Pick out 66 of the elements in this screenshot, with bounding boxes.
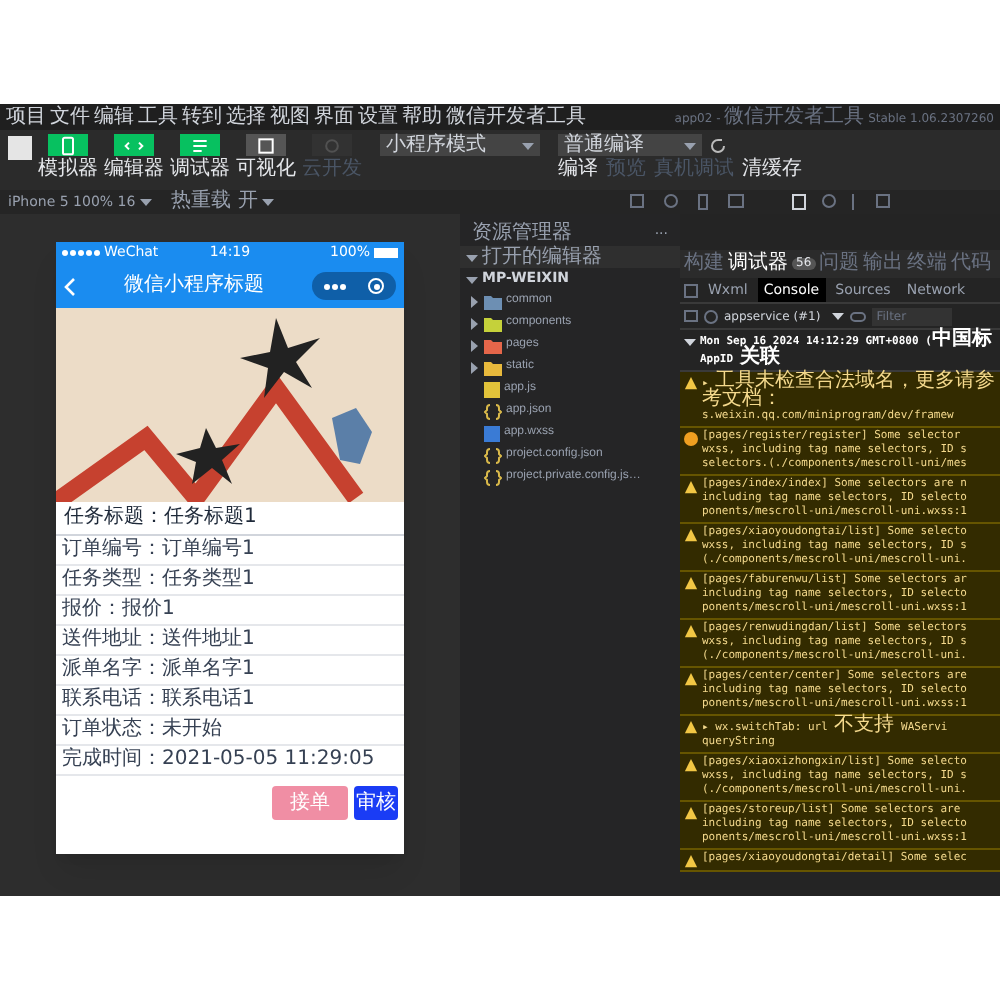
refresh-icon[interactable] (708, 135, 728, 155)
warning-icon (684, 376, 698, 390)
mode-toggle[interactable] (246, 134, 286, 156)
detail-row: 送件地址：送件地址1 (56, 626, 404, 656)
menu-item[interactable]: 转到 (182, 107, 222, 127)
page-title: 微信小程序标题 (122, 276, 266, 296)
braces-icon (484, 469, 502, 485)
detail-row: 派单名字：派单名字1 (56, 656, 404, 686)
warning-icon (684, 854, 698, 868)
menu-item[interactable]: 文件 (50, 107, 90, 127)
menu-item[interactable]: 帮助 (402, 107, 442, 127)
battery-icon (374, 248, 398, 258)
warning-icon (684, 528, 698, 542)
menu-item[interactable]: 视图 (270, 107, 310, 127)
warning-icon (684, 672, 698, 686)
mode-toggle[interactable] (114, 134, 154, 156)
warning-icon (684, 758, 698, 772)
caret-down-icon (139, 196, 152, 208)
js-file-icon (484, 381, 500, 397)
signal-icon (62, 250, 100, 256)
detail-row: 订单编号：订单编号1 (56, 536, 404, 566)
menu-item[interactable]: 选择 (226, 107, 266, 127)
detail-row: 完成时间：2021-05-05 11:29:05 (56, 746, 404, 776)
warning-icon (684, 720, 698, 734)
caret-down-icon (832, 310, 845, 322)
mode-label: 可视化 (236, 158, 296, 182)
menu-item[interactable]: 界面 (314, 107, 354, 127)
menu-item[interactable]: 工具 (138, 107, 178, 127)
warning-icon (684, 806, 698, 820)
warning-icon (684, 480, 698, 494)
detail-row: 任务类型：任务类型1 (56, 566, 404, 596)
braces-icon (484, 403, 502, 419)
caret-down-icon (522, 139, 534, 151)
menu-item[interactable]: 设置 (358, 107, 398, 127)
detail-row: 订单状态：未开始 (56, 716, 404, 746)
detail-row: 报价：报价1 (56, 596, 404, 626)
capsule-menu[interactable] (312, 272, 396, 300)
detail-row: 联系电话：联系电话1 (56, 686, 404, 716)
mode-select[interactable]: 小程序模式 (380, 134, 540, 156)
compile-select[interactable]: 普通编译 (558, 134, 702, 156)
mode-label: 编辑器 (104, 158, 164, 182)
layout-icon (256, 135, 276, 155)
style-file-icon (484, 425, 500, 441)
toolbar-action[interactable]: 编译 (558, 158, 598, 182)
mode-toggle[interactable] (180, 134, 220, 156)
mode-label: 调试器 (170, 158, 230, 182)
menu-item[interactable]: 项目 (6, 107, 46, 127)
mode-label: 模拟器 (38, 158, 98, 182)
caret-down-icon (684, 139, 696, 151)
panel-title: 资源管理器 (472, 224, 572, 244)
mode-toggle[interactable] (48, 134, 88, 156)
menu-item[interactable]: 编辑 (94, 107, 134, 127)
expand-caret-icon (684, 336, 696, 348)
more-icon[interactable] (323, 283, 346, 289)
warning-icon (684, 576, 698, 590)
mode-label: 云开发 (302, 158, 362, 182)
toolbar-action[interactable]: 清缓存 (742, 158, 802, 182)
detail-row: 任务标题：任务标题1 (56, 502, 404, 536)
lines-icon (190, 135, 210, 155)
caret-down-icon (261, 196, 274, 208)
warning-icon (684, 624, 698, 638)
action-button[interactable]: 审核 (354, 786, 398, 820)
back-icon[interactable] (64, 277, 76, 295)
menu-item[interactable]: 微信开发者工具 (446, 107, 586, 127)
hot-reload-select[interactable]: 热重载 开 (171, 192, 274, 212)
braces-icon (484, 447, 502, 463)
